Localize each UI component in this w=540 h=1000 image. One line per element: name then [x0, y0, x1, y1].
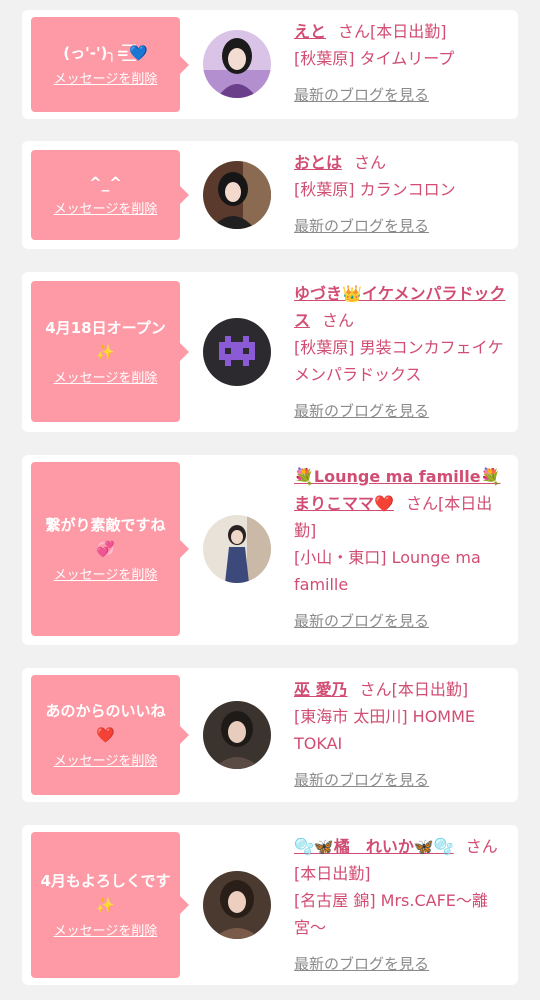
avatar[interactable] [203, 161, 271, 229]
latest-blog-link[interactable]: 最新のブログを見る [294, 951, 506, 978]
cast-name-link[interactable]: えと [294, 22, 326, 41]
cast-info: 🫧🦋橘 れいか🦋🫧 さん [本日出勤] [名古屋 錦] Mrs.CAFE〜離宮〜 最… [294, 833, 506, 978]
shop-label: [秋葉原] 男装コンカフェイケメンパラドックス [294, 338, 504, 384]
cast-info: おとは さん [秋葉原] カランコロン 最新のブログを見る [294, 149, 506, 240]
message-card: (っ'-')╮=͟͟͞͞💙 メッセージを削除 えと さん[本日出勤] [秋葉原] … [22, 10, 518, 119]
message-bubble: ^_^ メッセージを削除 [31, 150, 189, 240]
message-bubble: 繋がり素敵ですね💞 メッセージを削除 [31, 462, 189, 636]
avatar[interactable] [203, 871, 271, 939]
message-card: あのからのいいね❤️ メッセージを削除 巫 愛乃 さん[本日出勤] [東海市 太田… [22, 668, 518, 802]
message-text: (っ'-')╮=͟͟͞͞💙 [63, 43, 148, 62]
cast-name-link[interactable]: おとは [294, 153, 342, 172]
delete-message-link[interactable]: メッセージを削除 [54, 753, 158, 771]
cast-info: えと さん[本日出勤] [秋葉原] タイムリープ 最新のブログを見る [294, 18, 506, 109]
avatar-photo-icon [203, 515, 271, 583]
working-today-tag: [本日出勤] [391, 680, 469, 699]
shop-label: [小山・東口] Lounge ma famille [294, 548, 481, 594]
latest-blog-link[interactable]: 最新のブログを見る [294, 213, 506, 240]
avatar[interactable] [203, 701, 271, 769]
message-list: (っ'-')╮=͟͟͞͞💙 メッセージを削除 えと さん[本日出勤] [秋葉原] … [0, 0, 540, 1000]
latest-blog-link[interactable]: 最新のブログを見る [294, 767, 506, 794]
message-bubble: 4月18日オープン✨ メッセージを削除 [31, 281, 189, 422]
avatar-photo-icon [203, 701, 271, 769]
message-card: 4月もよろしくです✨ メッセージを削除 🫧🦋橘 れいか🦋🫧 さん [本日出勤] [名… [22, 825, 518, 985]
working-today-tag: [本日出勤] [370, 22, 447, 41]
honorific: さん [322, 311, 355, 330]
latest-blog-link[interactable]: 最新のブログを見る [294, 82, 506, 109]
message-bubble: 4月もよろしくです✨ メッセージを削除 [31, 832, 189, 978]
delete-message-link[interactable]: メッセージを削除 [54, 567, 158, 585]
cast-name-link[interactable]: 🫧🦋橘 れいか🦋🫧 [294, 837, 454, 856]
latest-blog-link[interactable]: 最新のブログを見る [294, 398, 506, 425]
message-text: ^_^ [89, 174, 122, 192]
avatar-pixel-invader-icon [203, 318, 271, 386]
delete-message-link[interactable]: メッセージを削除 [54, 71, 158, 89]
message-text: 4月もよろしくです✨ [40, 872, 171, 914]
shop-label: [秋葉原] カランコロン [294, 180, 456, 199]
shop-label: [秋葉原] タイムリープ [294, 49, 455, 68]
shop-label: [東海市 太田川] HOMME TOKAI [294, 707, 476, 753]
latest-blog-link[interactable]: 最新のブログを見る [294, 608, 506, 635]
honorific: さん [359, 680, 392, 699]
message-bubble: (っ'-')╮=͟͟͞͞💙 メッセージを削除 [31, 17, 189, 112]
avatar-photo-icon [203, 161, 271, 229]
delete-message-link[interactable]: メッセージを削除 [54, 923, 158, 941]
honorific: さん [338, 22, 371, 41]
avatar[interactable] [203, 30, 271, 98]
working-today-tag: [本日出勤] [294, 864, 371, 883]
cast-info: ゆづき👑イケメンパラドックス さん [秋葉原] 男装コンカフェイケメンパラドックス… [294, 280, 506, 425]
shop-label: [名古屋 錦] Mrs.CAFE〜離宮〜 [294, 891, 488, 937]
message-text: あのからのいいね❤️ [45, 702, 166, 744]
delete-message-link[interactable]: メッセージを削除 [54, 370, 158, 388]
avatar-photo-icon [203, 871, 271, 939]
avatar-photo-icon [203, 30, 271, 98]
message-card: ^_^ メッセージを削除 おとは さん [秋葉原] カランコロン 最新のブログを見… [22, 141, 518, 249]
message-card: 4月18日オープン✨ メッセージを削除 ゆづき👑イケメンパラドックス さん [秋葉… [22, 272, 518, 432]
delete-message-link[interactable]: メッセージを削除 [54, 201, 158, 219]
cast-info: 巫 愛乃 さん[本日出勤] [東海市 太田川] HOMME TOKAI 最新のブロ… [294, 676, 506, 794]
cast-info: 💐Lounge ma famille💐まりこママ❤️ さん[本日出勤] [小山・東… [294, 463, 506, 635]
message-card: 繋がり素敵ですね💞 メッセージを削除 💐Lounge ma famille💐まり… [22, 455, 518, 645]
honorific: さん [465, 837, 498, 856]
message-text: 4月18日オープン✨ [45, 318, 166, 361]
cast-name-link[interactable]: 巫 愛乃 [294, 680, 348, 699]
message-bubble: あのからのいいね❤️ メッセージを削除 [31, 675, 189, 795]
honorific: さん [405, 494, 438, 513]
avatar[interactable] [203, 318, 271, 386]
avatar[interactable] [203, 515, 271, 583]
message-text: 繋がり素敵ですね💞 [45, 516, 166, 558]
honorific: さん [354, 153, 387, 172]
